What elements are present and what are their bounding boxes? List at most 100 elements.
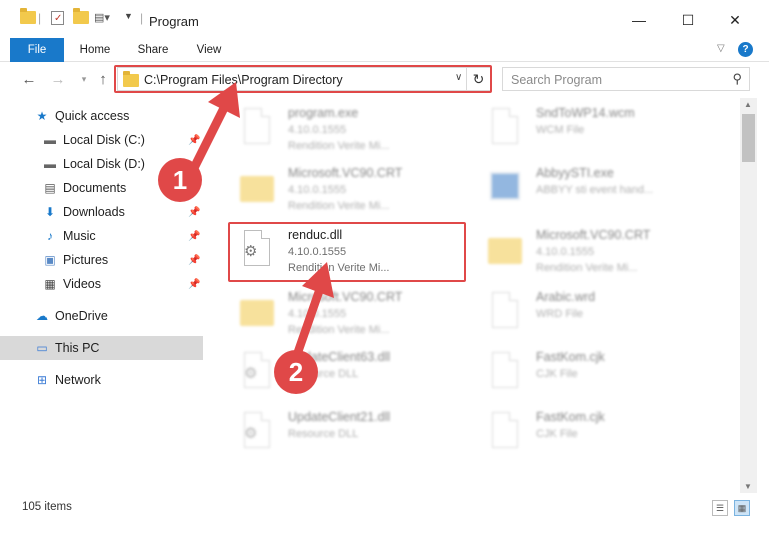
help-icon[interactable]: ? — [738, 42, 753, 57]
tab-home[interactable]: Home — [74, 38, 116, 62]
title-bar: | ✓ ▤▾ ▼ | Program — ☐ ✕ — [0, 0, 769, 38]
sidebar-item-label: Local Disk (C:) — [63, 133, 145, 147]
file-version: 4.10.0.1555 — [288, 184, 347, 196]
file-description: Rendition Verite Mi... — [536, 262, 638, 274]
separator: | — [38, 11, 42, 25]
sidebar-item-label: Quick access — [55, 109, 130, 123]
sidebar-item-pictures[interactable]: ▣ Pictures 📌 — [0, 248, 205, 272]
sidebar-item-label: Videos — [63, 277, 101, 291]
forward-button[interactable]: → — [47, 68, 69, 90]
folder-icon — [238, 166, 276, 210]
file-type: CJK File — [536, 428, 578, 440]
sidebar-item-this-pc[interactable]: ▭ This PC — [0, 336, 203, 360]
file-name: AbbyySTI.exe — [536, 166, 614, 180]
file-name: SndToWP14.wcm — [536, 106, 635, 120]
tab-share[interactable]: Share — [132, 38, 174, 62]
file-description: Rendition Verite Mi... — [288, 324, 390, 336]
collapse-ribbon-icon[interactable]: ▽ — [717, 43, 725, 54]
view-options-icon[interactable]: ▤▾ — [94, 11, 110, 24]
file-item[interactable]: Microsoft.VC90.CRT 4.10.0.1555 Rendition… — [228, 158, 468, 218]
file-item[interactable]: Arabic.wrd WRD File — [476, 282, 716, 342]
sidebar-item-label: Network — [55, 373, 101, 387]
tab-view[interactable]: View — [188, 38, 230, 62]
sidebar-item-label: This PC — [55, 341, 100, 355]
file-item[interactable]: program.exe 4.10.0.1555 Rendition Verite… — [228, 98, 468, 158]
sidebar-item-local-disk-c[interactable]: ▬ Local Disk (C:) 📌 — [0, 128, 205, 152]
search-icon[interactable]: ⚲ — [732, 71, 742, 87]
status-bar: 105 items ☰ ▦ — [0, 497, 769, 519]
exe-file-icon — [238, 106, 276, 150]
sidebar-item-music[interactable]: ♪ Music 📌 — [0, 224, 205, 248]
computer-icon: ▭ — [36, 341, 48, 355]
new-folder-icon[interactable] — [73, 8, 89, 24]
search-input[interactable]: Search Program ⚲ — [502, 67, 750, 91]
pin-icon: 📌 — [188, 254, 201, 266]
separator: | — [140, 11, 144, 25]
callout-1: 1 — [158, 158, 202, 202]
sidebar-item-videos[interactable]: ▦ Videos 📌 — [0, 272, 205, 296]
file-icon — [486, 290, 524, 334]
videos-icon: ▦ — [44, 277, 56, 291]
pin-icon: 📌 — [188, 206, 201, 218]
file-description: Rendition Verite Mi... — [288, 200, 390, 212]
properties-icon[interactable]: ✓ — [51, 11, 64, 25]
file-type: Resource DLL — [288, 428, 359, 440]
details-view-icon[interactable]: ☰ — [712, 500, 728, 516]
file-name: program.exe — [288, 106, 359, 120]
file-item[interactable]: Microsoft.VC90.CRT 4.10.0.1555 Rendition… — [228, 282, 468, 342]
close-button[interactable]: ✕ — [720, 8, 750, 32]
music-icon: ♪ — [47, 229, 53, 243]
tab-file[interactable]: File — [10, 38, 64, 62]
minimize-button[interactable]: — — [624, 8, 654, 32]
drive-icon: ▬ — [44, 157, 56, 171]
sidebar-item-label: Music — [63, 229, 96, 243]
drive-icon: ▬ — [44, 133, 56, 147]
sidebar-item-label: Downloads — [63, 205, 125, 219]
sidebar-item-label: Local Disk (D:) — [63, 157, 145, 171]
vertical-scrollbar[interactable]: ▲ ▼ — [740, 98, 757, 493]
file-version: 4.10.0.1555 — [288, 124, 347, 136]
file-name: UpdateClient21.dll — [288, 410, 391, 424]
file-item[interactable]: ⚙ UpdateClient63.dll Resource DLL — [228, 342, 468, 402]
file-item[interactable]: FastKom.cjk CJK File — [476, 342, 716, 402]
file-item[interactable]: AbbyySTI.exe ABBYY sti event hand... — [476, 158, 716, 218]
back-button[interactable]: ← — [18, 68, 40, 90]
window-title: Program — [149, 14, 199, 29]
star-icon: ★ — [36, 109, 48, 123]
scroll-down-icon[interactable]: ▼ — [744, 482, 752, 491]
file-name: Microsoft.VC90.CRT — [288, 290, 403, 304]
file-item[interactable]: Microsoft.VC90.CRT 4.10.0.1555 Rendition… — [476, 220, 716, 280]
file-item[interactable]: ⚙ UpdateClient21.dll Resource DLL — [228, 402, 468, 462]
file-name: Microsoft.VC90.CRT — [288, 166, 403, 180]
customize-toolbar-icon[interactable]: ▼ — [124, 11, 133, 21]
file-item[interactable]: SndToWP14.wcm WCM File — [476, 98, 716, 158]
exe-file-icon — [486, 166, 524, 210]
pin-icon: 📌 — [188, 134, 201, 146]
maximize-button[interactable]: ☐ — [673, 8, 703, 32]
pin-icon: 📌 — [188, 230, 201, 242]
sidebar-item-onedrive[interactable]: ☁ OneDrive — [0, 304, 205, 328]
sidebar-item-quick-access[interactable]: ★ Quick access — [0, 104, 205, 128]
dll-file-icon: ⚙ — [238, 410, 276, 454]
folder-icon — [486, 228, 524, 272]
scroll-thumb[interactable] — [742, 114, 755, 162]
address-highlight — [114, 65, 492, 93]
pictures-icon: ▣ — [44, 253, 56, 267]
dll-file-icon: ⚙ — [238, 350, 276, 394]
sidebar-item-label: Documents — [63, 181, 127, 195]
file-name: Arabic.wrd — [536, 290, 596, 304]
file-icon — [486, 350, 524, 394]
download-icon: ⬇ — [44, 205, 56, 219]
file-highlight — [228, 222, 466, 282]
sidebar-item-network[interactable]: ⊞ Network — [0, 368, 205, 392]
scroll-up-icon[interactable]: ▲ — [744, 100, 752, 109]
file-description: ABBYY sti event hand... — [536, 184, 654, 196]
up-button[interactable]: ↑ — [92, 68, 114, 90]
sidebar-item-label: Pictures — [63, 253, 109, 267]
file-type: WCM File — [536, 124, 585, 136]
pin-icon: 📌 — [188, 278, 201, 290]
sidebar-item-downloads[interactable]: ⬇ Downloads 📌 — [0, 200, 205, 224]
tiles-view-icon[interactable]: ▦ — [734, 500, 750, 516]
file-item[interactable]: FastKom.cjk CJK File — [476, 402, 716, 462]
documents-icon: ▤ — [44, 181, 56, 195]
